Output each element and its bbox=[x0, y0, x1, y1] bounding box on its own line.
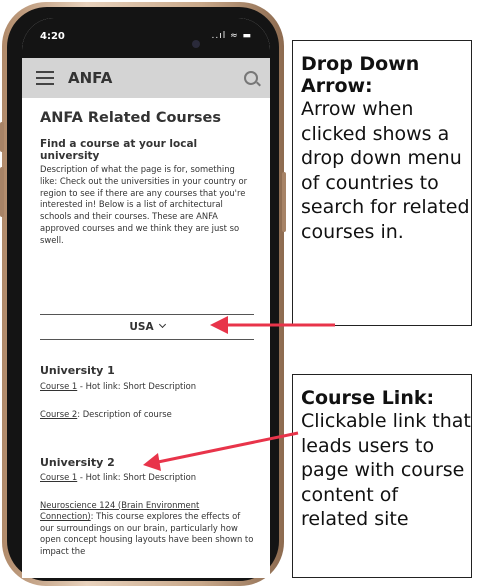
arrow-head bbox=[210, 316, 228, 334]
arrow-line bbox=[157, 431, 299, 464]
arrow-head bbox=[143, 453, 161, 471]
annotation-arrows bbox=[143, 316, 335, 471]
